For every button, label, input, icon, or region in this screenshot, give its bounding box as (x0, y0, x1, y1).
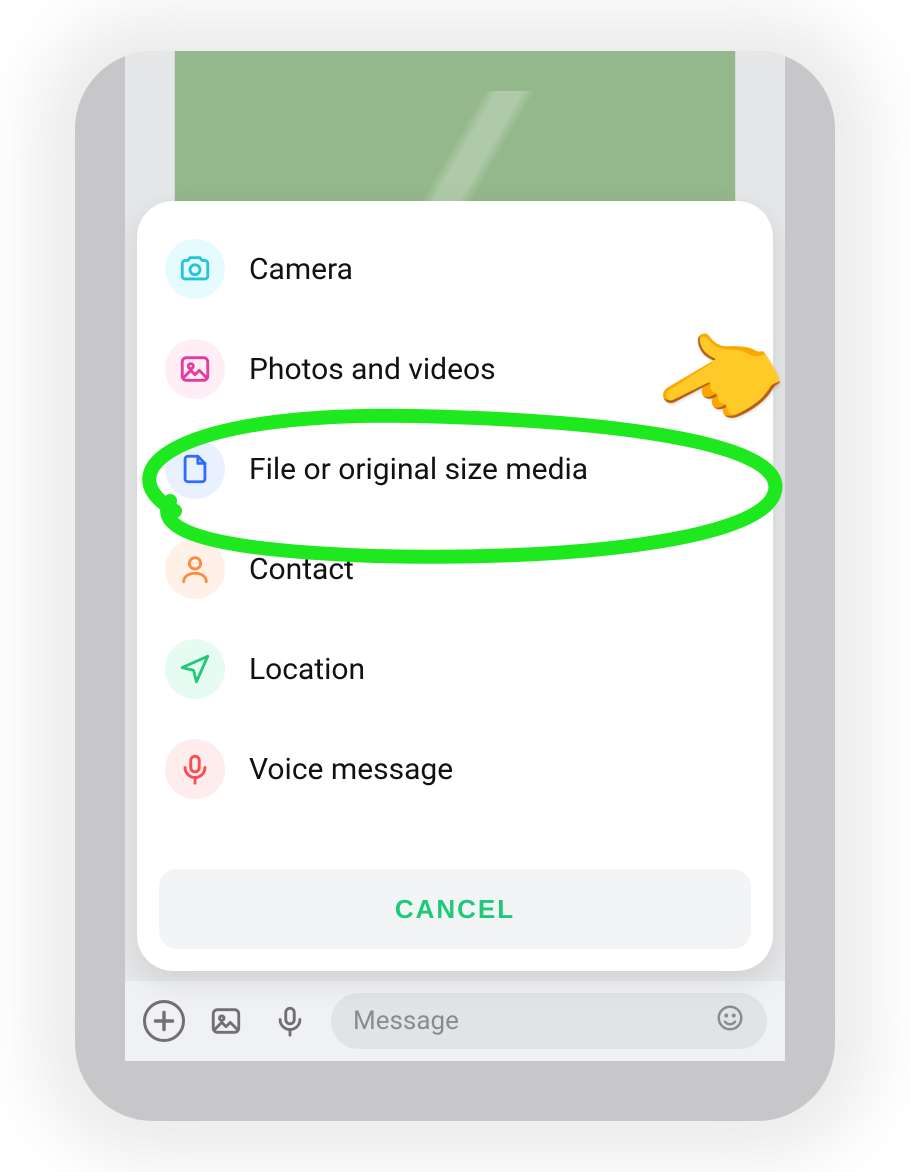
attachment-action-sheet: Camera Photos and videos File or origina… (137, 201, 773, 971)
screen: Message Camera Photos and videos (125, 51, 785, 1061)
sheet-item-label: Photos and videos (249, 352, 745, 387)
photos-icon (165, 339, 225, 399)
message-placeholder: Message (353, 1006, 459, 1036)
cancel-button[interactable]: CANCEL (159, 869, 751, 949)
device-frame: Message Camera Photos and videos (75, 51, 835, 1121)
sheet-item-file[interactable]: File or original size media (137, 419, 773, 519)
message-input-bar: Message (125, 981, 785, 1061)
attach-plus-button[interactable] (143, 1000, 185, 1042)
location-icon (165, 639, 225, 699)
contact-icon (165, 539, 225, 599)
sheet-item-label: Voice message (249, 752, 745, 787)
sheet-item-contact[interactable]: Contact (137, 519, 773, 619)
sheet-item-camera[interactable]: Camera (137, 219, 773, 319)
file-icon (165, 439, 225, 499)
sheet-item-label: Location (249, 652, 745, 687)
voice-shortcut-icon[interactable] (267, 998, 313, 1044)
sheet-item-label: Camera (249, 252, 745, 287)
sheet-item-voice[interactable]: Voice message (137, 719, 773, 799)
sheet-item-photos[interactable]: Photos and videos (137, 319, 773, 419)
sheet-item-location[interactable]: Location (137, 619, 773, 719)
camera-icon (165, 239, 225, 299)
sheet-item-label: Contact (249, 552, 745, 587)
sheet-item-label: File or original size media (249, 452, 745, 487)
message-input[interactable]: Message (331, 993, 767, 1049)
microphone-icon (165, 739, 225, 799)
gallery-shortcut-icon[interactable] (203, 998, 249, 1044)
emoji-picker-icon[interactable] (715, 1003, 745, 1040)
